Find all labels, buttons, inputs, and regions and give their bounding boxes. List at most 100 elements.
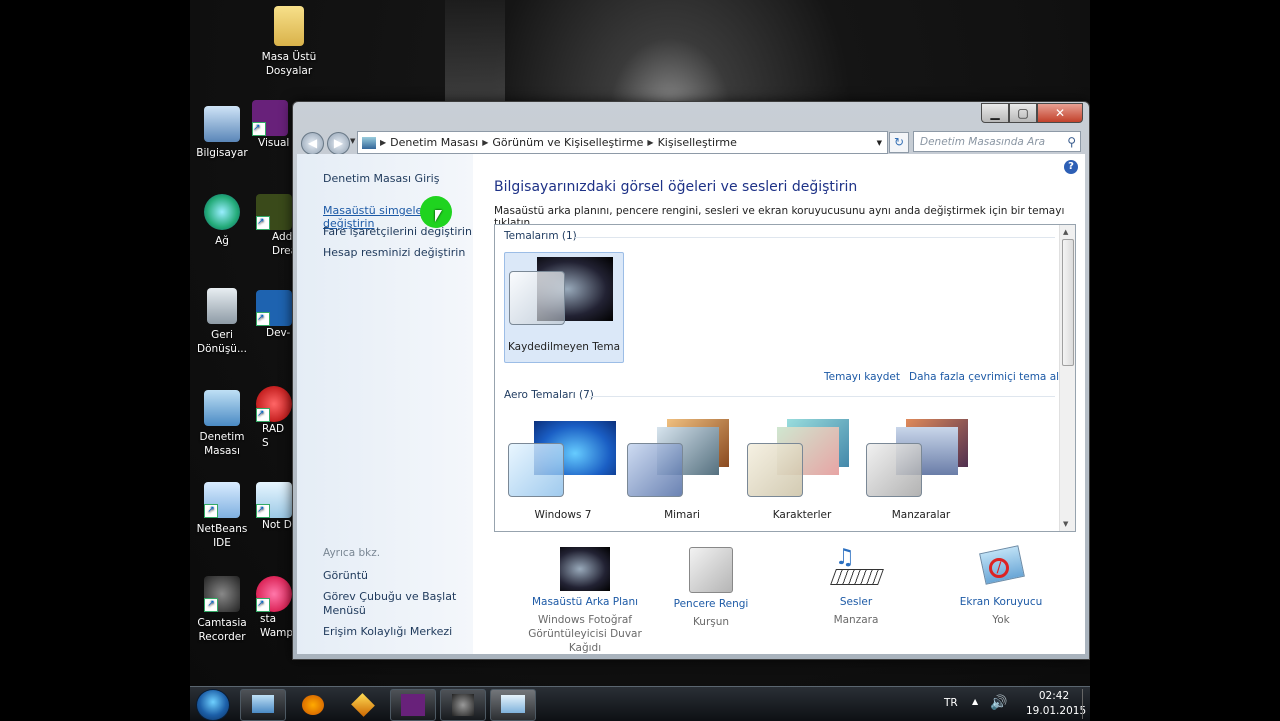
desktop-icon-camtasia[interactable]: ↗ Camtasia Recorder [190, 576, 254, 644]
scroll-thumb[interactable] [1062, 239, 1074, 366]
desktop-icon-visual[interactable]: ↗ Visual [252, 100, 292, 150]
control-panel-home-link[interactable]: Denetim Masası Giriş [323, 172, 439, 185]
window-color-label[interactable]: Pencere Rengi [641, 598, 781, 610]
prohibited-icon: / [989, 558, 1009, 578]
shortcut-arrow-icon: ↗ [204, 504, 218, 518]
desktop-background-label[interactable]: Masaüstü Arka Planı [515, 596, 655, 608]
group-divider [589, 396, 1055, 397]
address-bar[interactable]: ▶ Denetim Masası ▶ Görünüm ve Kişiselleş… [357, 131, 888, 154]
taskbar-app-winamp[interactable] [340, 689, 386, 721]
theme-label: Windows 7 [534, 509, 592, 521]
breadcrumb-gorunum[interactable]: Görünüm ve Kişiselleştirme [488, 136, 647, 149]
glass-color-swatch [627, 443, 683, 497]
desktop-icon-dreamweaver[interactable]: ↗ Add Dream [256, 194, 308, 258]
theme-windows-7[interactable]: Windows 7 [504, 417, 622, 521]
desktop-icon-ag[interactable]: Ağ [190, 194, 254, 248]
screen-saver-icon: / [976, 545, 1026, 591]
window-caption-buttons: ▁ ▢ ✕ [981, 103, 1083, 123]
clock[interactable]: 02:42 19.01.2015 [1026, 690, 1086, 717]
wamp-icon: ↗ [256, 576, 292, 612]
screen-saver-setting[interactable]: / Ekran Koruyucu Yok [931, 545, 1071, 627]
show-desktop-button[interactable] [1082, 689, 1089, 719]
scroll-down-icon[interactable]: ▼ [1063, 520, 1068, 528]
window-color-icon [689, 547, 733, 593]
maximize-button[interactable]: ▢ [1009, 103, 1037, 123]
taskbar-app-control-panel[interactable] [490, 689, 536, 721]
sounds-setting[interactable]: ♫ Sesler Manzara [786, 545, 926, 627]
theme-mimari[interactable]: Mimari [623, 417, 741, 521]
scroll-up-icon[interactable]: ▲ [1063, 228, 1068, 236]
desktop-icon-bilgisayar[interactable]: Bilgisayar [190, 106, 254, 160]
shortcut-arrow-icon: ↗ [256, 504, 270, 518]
see-also-taskbar-link[interactable]: Görev Çubuğu ve Başlat Menüsü [323, 590, 456, 618]
change-mouse-pointers-link[interactable]: Fare işaretçilerini değiştirin [323, 225, 472, 238]
personalization-window: ▁ ▢ ✕ ◀ ▶ ▼ ▶ Denetim Masası ▶ Görünüm v… [292, 101, 1090, 660]
input-language[interactable]: TR [944, 697, 958, 709]
see-also-ease-of-access-link[interactable]: Erişim Kolaylığı Merkezi [323, 625, 452, 638]
theme-manzaralar[interactable]: Manzaralar [862, 417, 980, 521]
minimize-button[interactable]: ▁ [981, 103, 1009, 123]
taskbar-app-explorer[interactable] [240, 689, 286, 721]
control-panel-icon [362, 136, 376, 149]
change-account-picture-link[interactable]: Hesap resminizi değiştirin [323, 246, 465, 259]
dev-cpp-icon: ↗ [256, 290, 292, 326]
recent-pages-chevron-icon[interactable]: ▼ [350, 137, 355, 145]
desktop-icon-masa-ustu-dosyalar[interactable]: Masa Üstü Dosyalar [257, 6, 321, 78]
see-also-display-link[interactable]: Görüntü [323, 569, 368, 582]
theme-list-scrollbar[interactable]: ▲ ▼ [1059, 225, 1075, 531]
taskbar: TR ▲ 🔊 02:42 19.01.2015 [190, 686, 1090, 721]
close-button[interactable]: ✕ [1037, 103, 1083, 123]
winamp-icon [351, 693, 375, 717]
save-theme-link[interactable]: Temayı kaydet [824, 371, 900, 383]
music-note-icon: ♫ [835, 545, 855, 570]
desktop-icon-denetim-masasi[interactable]: Denetim Masası [190, 390, 254, 458]
sounds-label[interactable]: Sesler [786, 596, 926, 608]
page-title: Bilgisayarınızdaki görsel öğeleri ve ses… [494, 179, 858, 195]
back-button[interactable]: ◀ [301, 132, 324, 155]
desktop-icon-geri-donusum[interactable]: Geri Dönüşü... [190, 288, 254, 356]
breadcrumb-kisisellestirme[interactable]: Kişiselleştirme [654, 136, 741, 149]
computer-icon [204, 106, 240, 142]
start-button[interactable] [196, 689, 230, 721]
theme-kaydedilmeyen-tema[interactable]: Kaydedilmeyen Tema [504, 252, 624, 363]
desktop-icon-label: Add Dream [272, 231, 308, 257]
search-input[interactable]: Denetim Masasında Ara ⚲ [913, 131, 1081, 152]
window-color-setting[interactable]: Pencere Rengi Kurşun [641, 547, 781, 629]
breadcrumb-denetim-masasi[interactable]: Denetim Masası [386, 136, 482, 149]
desktop-icon-notepad[interactable]: ↗ Not D [256, 482, 292, 532]
more-themes-online-link[interactable]: Daha fazla çevrimiçi tema al [909, 371, 1059, 383]
theme-thumbnail [505, 253, 623, 337]
shortcut-arrow-icon: ↗ [252, 122, 266, 136]
taskbar-app-paint[interactable] [290, 689, 336, 721]
taskbar-app-visual-studio[interactable] [390, 689, 436, 721]
desktop-icon-netbeans[interactable]: ↗ NetBeans IDE [190, 482, 254, 550]
screen-saver-label[interactable]: Ekran Koruyucu [931, 596, 1071, 608]
desktop-icon-dev-cpp[interactable]: ↗ Dev- [256, 290, 292, 340]
shortcut-arrow-icon: ↗ [256, 598, 270, 612]
taskbar-app-camtasia[interactable] [440, 689, 486, 721]
screen-saver-value: Yok [992, 614, 1010, 626]
desktop-icon-label: RAD S [262, 423, 285, 449]
group-divider [575, 237, 1055, 238]
address-dropdown-icon[interactable]: ▼ [877, 139, 882, 147]
volume-icon[interactable]: 🔊 [990, 695, 1007, 711]
theme-thumbnail [623, 417, 741, 501]
show-hidden-icons-icon[interactable]: ▲ [972, 697, 978, 706]
refresh-button[interactable]: ↻ [889, 132, 909, 153]
theme-label: Mimari [664, 509, 700, 521]
theme-karakterler[interactable]: Karakterler [743, 417, 861, 521]
desktop-icon-wamp[interactable]: ↗ sta Wamp [256, 576, 293, 640]
search-icon[interactable]: ⚲ [1067, 132, 1076, 153]
desktop-background-setting[interactable]: Masaüstü Arka Planı Windows Fotoğraf Gör… [515, 547, 655, 655]
shortcut-arrow-icon: ↗ [256, 408, 270, 422]
desktop-icon-rad-studio[interactable]: ↗ RAD S [256, 386, 292, 450]
theme-label: Karakterler [772, 509, 832, 521]
shortcut-arrow-icon: ↗ [256, 312, 270, 326]
theme-thumbnail [743, 417, 861, 501]
theme-list: Temalarım (1) Kaydedilmeyen Tema Temayı … [494, 224, 1076, 532]
forward-button[interactable]: ▶ [327, 132, 350, 155]
desktop-icon-label: Camtasia Recorder [197, 617, 247, 643]
glass-color-swatch [866, 443, 922, 497]
help-icon[interactable]: ? [1064, 160, 1078, 174]
control-panel-icon [501, 695, 525, 713]
